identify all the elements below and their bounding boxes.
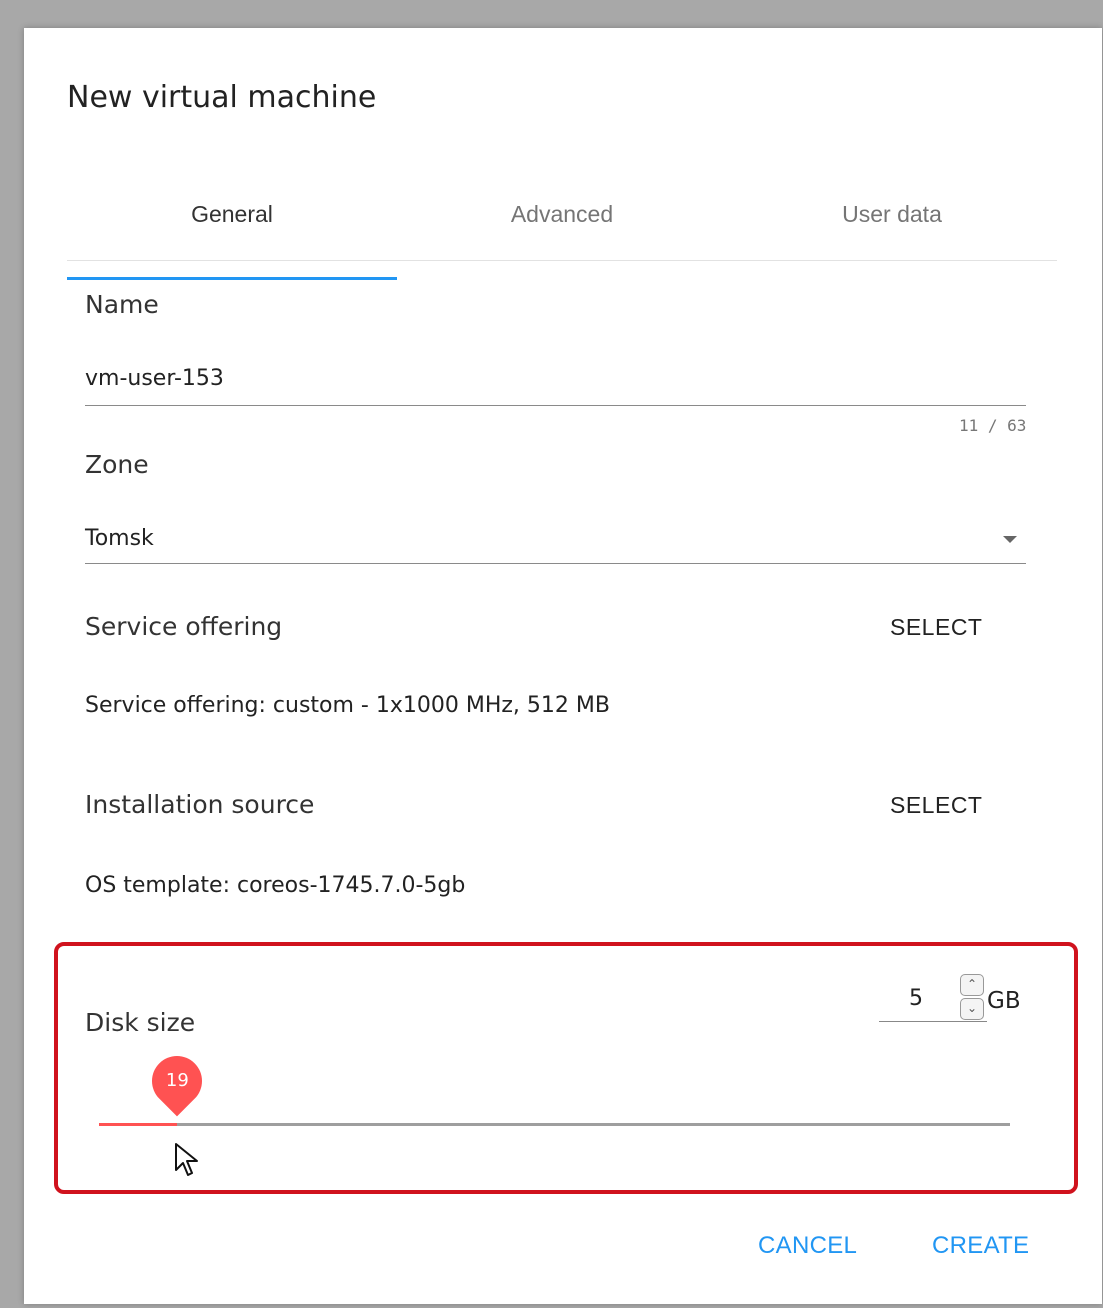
disk-size-spinner[interactable]: ⌃ ⌄ — [960, 974, 984, 1020]
chevron-up-icon[interactable]: ⌃ — [960, 974, 984, 996]
zone-select-underline — [85, 563, 1026, 564]
tab-user-data[interactable]: User data — [727, 188, 1057, 260]
zone-select[interactable]: Tomsk — [85, 526, 154, 551]
name-input-underline — [85, 405, 1026, 406]
cancel-button[interactable]: CANCEL — [758, 1232, 857, 1260]
service-offering-summary: Service offering: custom - 1x1000 MHz, 5… — [85, 693, 610, 718]
chevron-down-icon[interactable]: ⌄ — [960, 998, 984, 1020]
service-offering-select-button[interactable]: SELECT — [890, 614, 982, 641]
disk-size-slider-fill — [99, 1123, 178, 1126]
tab-general[interactable]: General — [67, 188, 397, 280]
zone-label: Zone — [85, 450, 149, 479]
dialog-title: New virtual machine — [67, 80, 377, 115]
name-char-counter: 11 / 63 — [959, 416, 1027, 435]
disk-size-slider-track[interactable] — [99, 1123, 1010, 1126]
name-input[interactable]: vm-user-153 — [85, 366, 224, 391]
installation-source-label: Installation source — [85, 790, 315, 819]
mouse-pointer-icon — [175, 1143, 198, 1176]
tab-advanced[interactable]: Advanced — [397, 188, 727, 260]
disk-size-slider-thumb[interactable]: 19 — [141, 1045, 213, 1117]
disk-size-unit: GB — [987, 988, 1021, 1014]
name-label: Name — [85, 290, 159, 319]
new-vm-dialog: New virtual machine General Advanced Use… — [24, 28, 1102, 1304]
tab-bar: General Advanced User data — [67, 188, 1057, 280]
disk-size-highlight — [54, 942, 1078, 1194]
disk-size-input-underline — [879, 1021, 987, 1022]
installation-source-summary: OS template: coreos-1745.7.0-5gb — [85, 873, 466, 898]
create-button[interactable]: CREATE — [932, 1232, 1029, 1260]
installation-source-select-button[interactable]: SELECT — [890, 792, 982, 819]
disk-size-label: Disk size — [85, 1008, 196, 1037]
service-offering-label: Service offering — [85, 612, 283, 641]
disk-size-input[interactable]: 5 — [909, 986, 923, 1011]
slider-thumb-value: 19 — [165, 1070, 189, 1091]
dropdown-arrow-icon[interactable] — [1003, 536, 1017, 543]
